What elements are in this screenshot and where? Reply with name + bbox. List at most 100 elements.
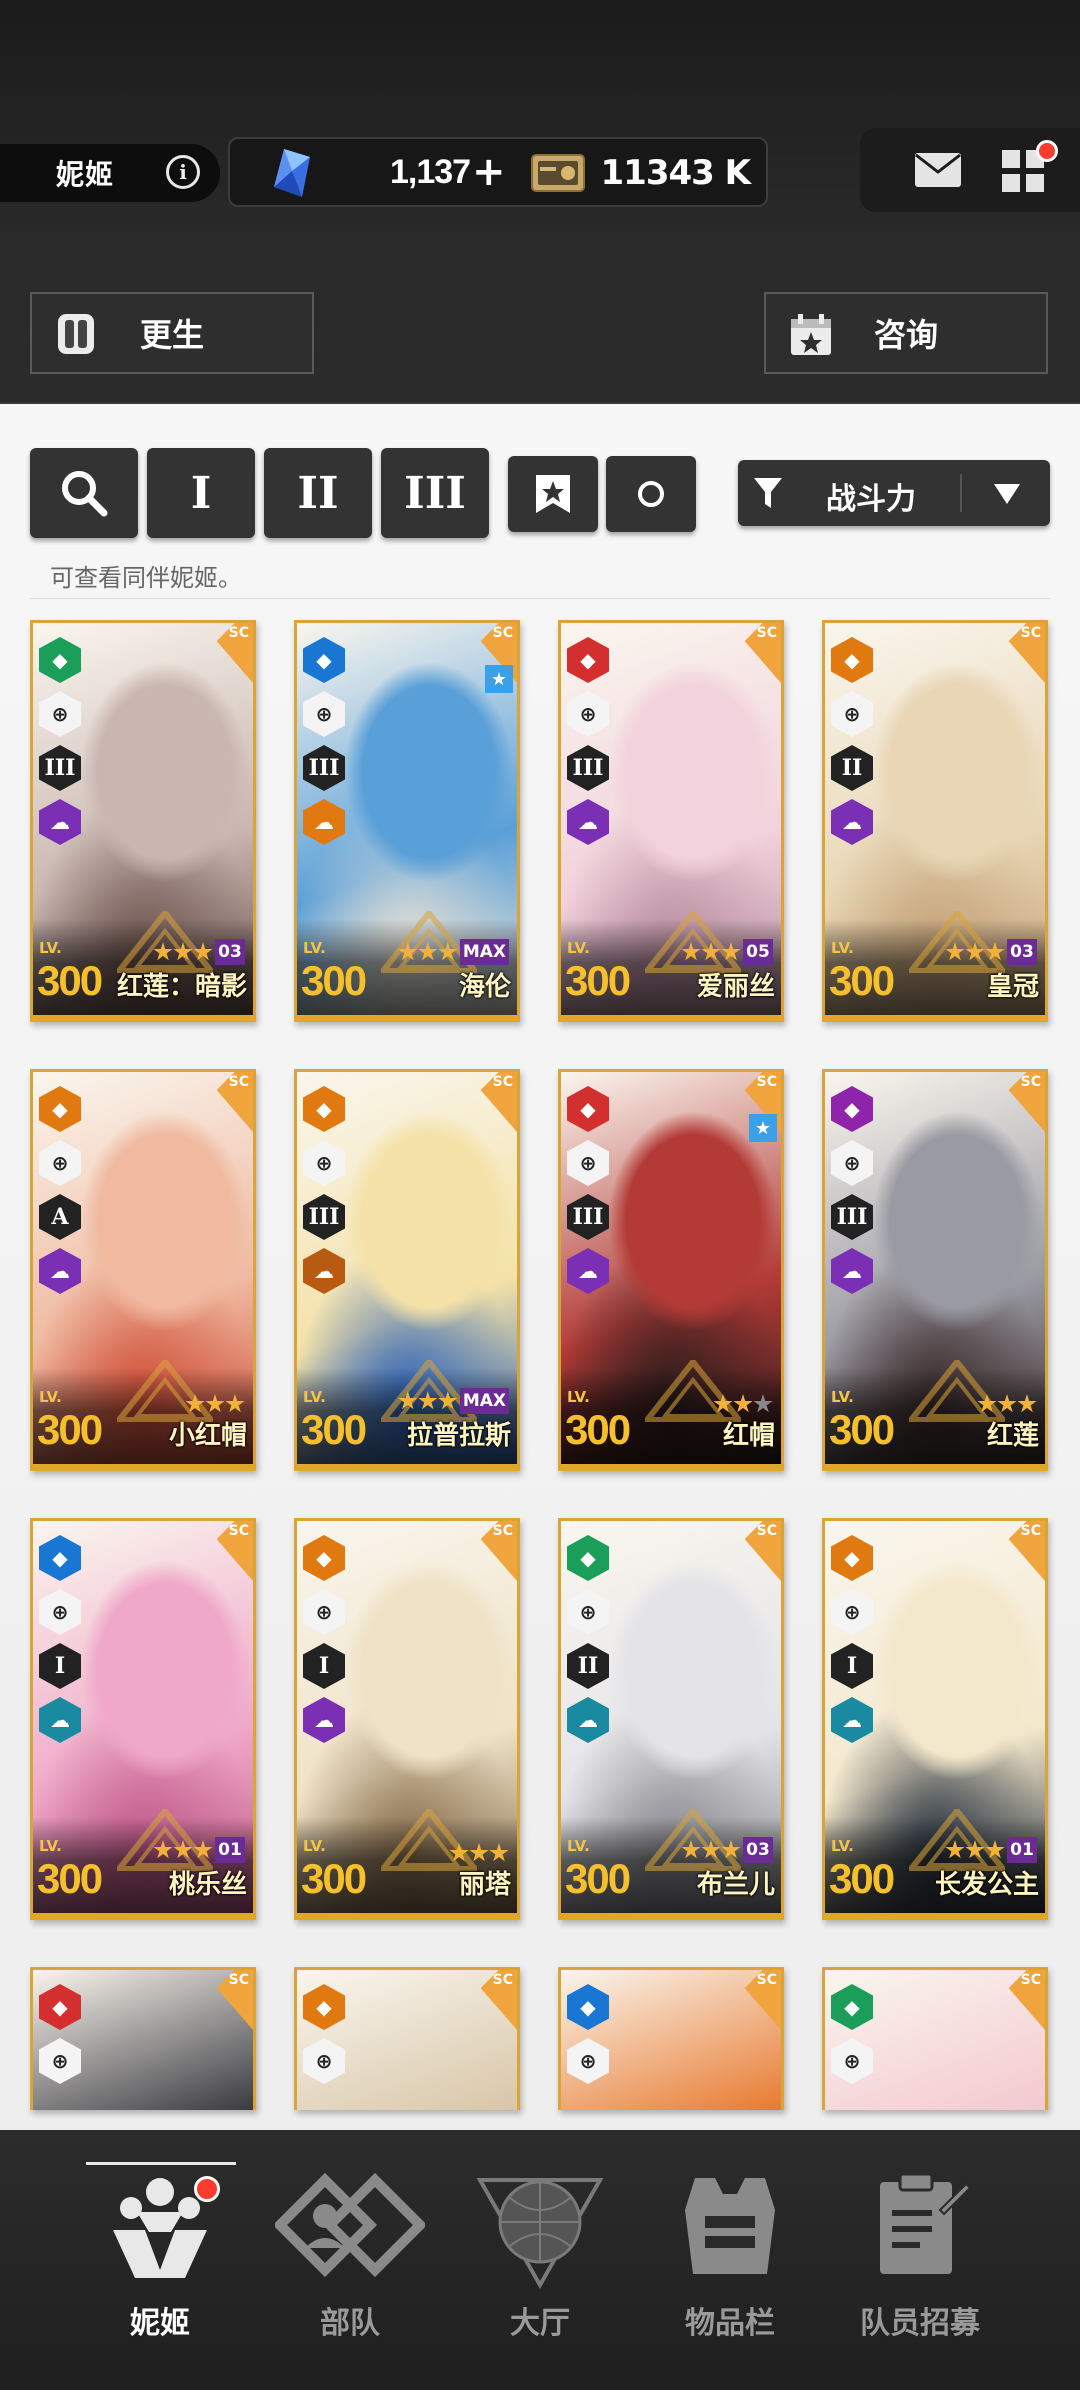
character-card[interactable]: SC ◆ ⊕ I ☁ LV. 300 01 长发公主 — [822, 1518, 1048, 1920]
nav-label-lobby: 大厅 — [510, 2306, 570, 2341]
sort-dropdown[interactable]: 战斗力 — [738, 460, 1050, 526]
star-icon — [701, 942, 721, 961]
info-icon[interactable]: i — [166, 155, 200, 189]
character-card-partial[interactable]: SC ◆ ⊕ — [558, 1967, 784, 2110]
nav-label-inventory: 物品栏 — [685, 2306, 775, 2341]
sc-badge: SC — [1020, 1074, 1041, 1090]
favorite-star-icon: ★ — [485, 665, 513, 693]
star-icon — [721, 942, 741, 961]
rebirth-label: 更生 — [139, 316, 204, 354]
gem-icon — [274, 149, 310, 197]
add-gems-button[interactable]: + — [472, 149, 506, 195]
burst-filter-3[interactable]: III — [381, 448, 489, 538]
star-icon — [469, 1843, 489, 1862]
star-icon — [713, 1394, 733, 1413]
star-rating — [713, 1394, 773, 1414]
character-name: 布兰儿 — [696, 1870, 775, 1900]
star-icon — [205, 1394, 225, 1413]
squad-icon — [275, 2172, 425, 2278]
star-rating: 03 — [681, 1837, 773, 1863]
character-name: 丽塔 — [458, 1870, 511, 1900]
level-value: 300 — [37, 1406, 103, 1453]
level-value: 300 — [301, 1855, 367, 1902]
sc-badge: SC — [228, 625, 249, 641]
nav-recruit[interactable]: 队员招募 — [830, 2130, 1010, 2390]
star-rating: 01 — [945, 1837, 1037, 1863]
character-card[interactable]: SC ◆ ⊕ II ☁ LV. 300 03 布兰儿 — [558, 1518, 784, 1920]
star-icon — [721, 1840, 741, 1859]
star-rating: 01 — [153, 1837, 245, 1863]
nav-inventory[interactable]: 物品栏 — [640, 2130, 820, 2390]
nav-squad[interactable]: 部队 — [260, 2130, 440, 2390]
star-icon — [173, 942, 193, 961]
limit-break-badge: 03 — [1007, 939, 1037, 965]
star-rating — [185, 1394, 245, 1414]
character-card-partial[interactable]: SC ◆ ⊕ — [822, 1967, 1048, 2110]
star-icon — [418, 942, 438, 961]
credit-count: 11343 K — [600, 153, 751, 193]
inventory-vest-icon — [685, 2178, 775, 2274]
search-button[interactable] — [30, 448, 138, 538]
sort-label: 战斗力 — [826, 482, 916, 517]
star-icon — [449, 1843, 469, 1862]
character-card[interactable]: SC ◆ ⊕ I ☁ LV. 300 丽塔 — [294, 1518, 520, 1920]
character-card[interactable]: SC ◆ ⊕ III ☁ LV. 300 ★ 红帽 — [558, 1069, 784, 1471]
level-value: 300 — [829, 957, 895, 1004]
level-value: 300 — [829, 1855, 895, 1902]
bottom-nav: 妮姬 部队 大厅 物品栏 队员招募 — [0, 2130, 1080, 2390]
nav-nikke[interactable]: 妮姬 — [70, 2130, 250, 2390]
level-label: LV. — [39, 1837, 62, 1855]
star-icon — [701, 1840, 721, 1859]
hint-text: 可查看同伴妮姬。 — [50, 564, 242, 592]
circle-filter-button[interactable] — [606, 456, 696, 532]
character-card-partial[interactable]: SC ◆ ⊕ — [30, 1967, 256, 2110]
level-label: LV. — [567, 1837, 590, 1855]
level-value: 300 — [565, 957, 631, 1004]
consult-button[interactable]: 咨询 — [764, 292, 1048, 374]
level-value: 300 — [829, 1406, 895, 1453]
star-icon — [977, 1394, 997, 1413]
favorite-filter-button[interactable] — [508, 456, 598, 532]
star-icon — [965, 942, 985, 961]
character-card[interactable]: SC ◆ ⊕ III ☁ LV. 300 MAX ★ 海伦 — [294, 620, 520, 1022]
level-label: LV. — [39, 1388, 62, 1406]
character-card-partial[interactable]: SC ◆ ⊕ — [294, 1967, 520, 2110]
character-name: 小红帽 — [168, 1421, 247, 1451]
character-name: 红莲 — [986, 1421, 1039, 1451]
mail-icon[interactable] — [914, 152, 962, 188]
sc-badge: SC — [492, 1074, 513, 1090]
star-icon — [681, 942, 701, 961]
burst-filter-2[interactable]: II — [264, 448, 372, 538]
star-icon — [193, 942, 213, 961]
star-icon — [418, 1391, 438, 1410]
star-icon — [398, 942, 418, 961]
level-label: LV. — [831, 1388, 854, 1406]
nav-lobby[interactable]: 大厅 — [450, 2130, 630, 2390]
bookmark-star-icon — [536, 475, 570, 513]
nav-notification-dot — [194, 2176, 220, 2202]
character-name: 红莲：暗影 — [116, 972, 247, 1002]
star-rating: 03 — [153, 939, 245, 965]
character-card[interactable]: SC ◆ ⊕ I ☁ LV. 300 01 桃乐丝 — [30, 1518, 256, 1920]
level-label: LV. — [303, 939, 326, 957]
limit-break-badge: MAX — [459, 939, 509, 965]
level-value: 300 — [301, 957, 367, 1004]
sc-badge: SC — [756, 1523, 777, 1539]
character-card[interactable]: SC ◆ ⊕ III ☁ LV. 300 MAX 拉普拉斯 — [294, 1069, 520, 1471]
character-card[interactable]: SC ◆ ⊕ III ☁ LV. 300 03 红莲：暗影 — [30, 620, 256, 1022]
character-card[interactable]: SC ◆ ⊕ II ☁ LV. 300 03 皇冠 — [822, 620, 1048, 1022]
character-card[interactable]: SC ◆ ⊕ III ☁ LV. 300 05 爱丽丝 — [558, 620, 784, 1022]
character-card[interactable]: SC ◆ ⊕ III ☁ LV. 300 红莲 — [822, 1069, 1048, 1471]
sc-badge: SC — [756, 1972, 777, 1988]
star-icon — [225, 1394, 245, 1413]
star-icon — [733, 1394, 753, 1413]
star-icon — [173, 1840, 193, 1859]
level-value: 300 — [565, 1406, 631, 1453]
recruit-clipboard-icon — [880, 2172, 970, 2274]
character-name: 皇冠 — [986, 972, 1039, 1002]
sc-badge: SC — [1020, 1972, 1041, 1988]
character-card[interactable]: SC ◆ ⊕ A ☁ LV. 300 小红帽 — [30, 1069, 256, 1471]
burst-filter-1[interactable]: I — [147, 448, 255, 538]
rebirth-button[interactable]: 更生 — [30, 292, 314, 374]
star-icon — [1017, 1394, 1037, 1413]
